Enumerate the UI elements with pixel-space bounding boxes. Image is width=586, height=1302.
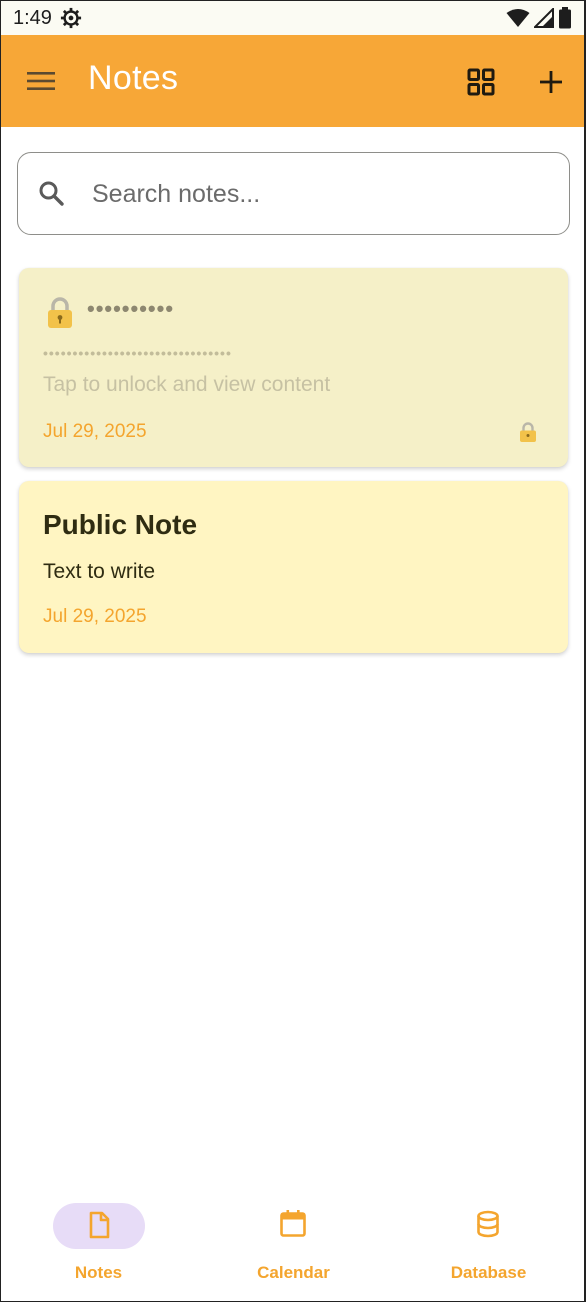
locked-indicator-icon bbox=[520, 422, 536, 442]
add-note-icon[interactable] bbox=[535, 66, 567, 98]
note-icon bbox=[89, 1211, 110, 1239]
note-date: Jul 29, 2025 bbox=[43, 421, 147, 442]
public-note-card[interactable]: Public Note Text to write Jul 29, 2025 bbox=[19, 481, 568, 653]
bottom-navigation: Notes Calendar Database bbox=[1, 1191, 584, 1301]
battery-icon bbox=[559, 7, 571, 29]
page-title: Notes bbox=[88, 59, 179, 97]
nav-item-calendar[interactable]: Calendar bbox=[196, 1191, 391, 1301]
cellular-signal-icon bbox=[534, 8, 554, 28]
settings-gear-icon bbox=[60, 7, 82, 29]
status-time: 1:49 bbox=[13, 6, 52, 29]
note-title: Public Note bbox=[43, 509, 198, 540]
search-bar[interactable] bbox=[17, 152, 570, 235]
search-input[interactable] bbox=[92, 173, 552, 215]
nav-label-database: Database bbox=[450, 1263, 527, 1282]
app-screen: 1:49 Notes Search notes... •••••••••• ••… bbox=[0, 0, 586, 1302]
status-indicators bbox=[506, 7, 572, 29]
status-bar: 1:49 bbox=[1, 1, 584, 35]
lock-icon bbox=[48, 297, 72, 328]
nav-item-notes[interactable]: Notes bbox=[1, 1191, 196, 1301]
wifi-icon bbox=[506, 9, 530, 27]
app-bar: Notes bbox=[1, 35, 584, 127]
nav-label-notes: Notes bbox=[74, 1263, 123, 1282]
grid-view-icon[interactable] bbox=[465, 66, 497, 98]
nav-item-database[interactable]: Database bbox=[391, 1191, 584, 1301]
note-content: Text to write bbox=[43, 560, 156, 583]
database-icon bbox=[477, 1210, 499, 1238]
note-title-masked: •••••••••• bbox=[87, 296, 175, 321]
unlock-hint: Tap to unlock and view content bbox=[43, 373, 331, 396]
note-date: Jul 29, 2025 bbox=[43, 606, 147, 627]
nav-label-calendar: Calendar bbox=[257, 1263, 330, 1282]
search-icon bbox=[39, 181, 64, 206]
calendar-icon bbox=[280, 1210, 306, 1237]
menu-icon[interactable] bbox=[25, 67, 59, 95]
note-content-masked: •••••••••••••••••••••••••••••••• bbox=[43, 345, 232, 361]
locked-note-card[interactable]: •••••••••• •••••••••••••••••••••••••••••… bbox=[19, 268, 568, 467]
